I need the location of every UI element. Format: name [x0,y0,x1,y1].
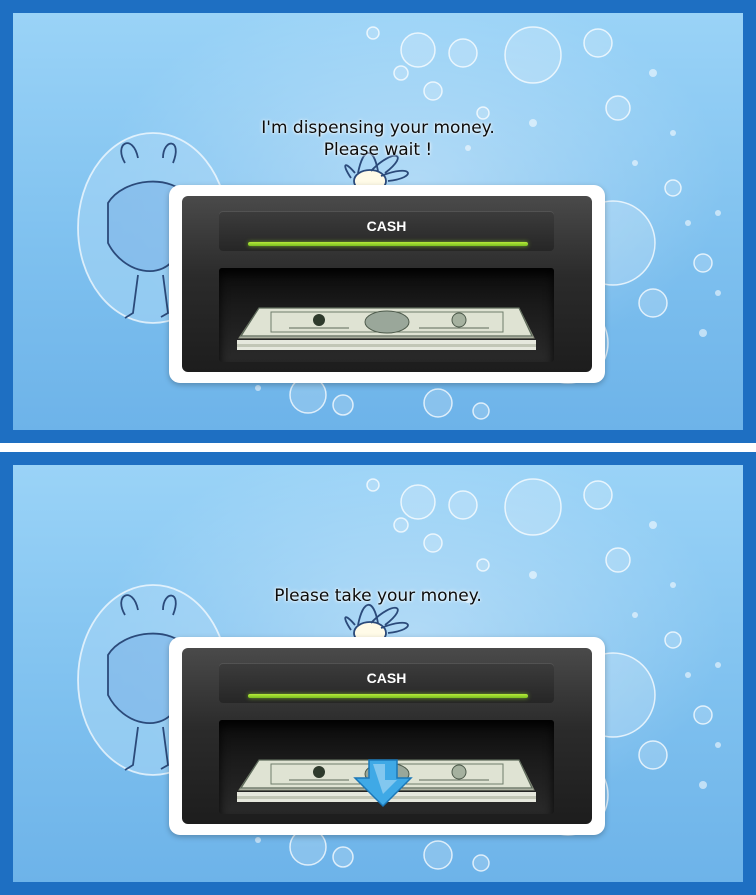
dispenser-frame: CASH [169,637,605,835]
dispenser-frame: CASH [169,185,605,383]
cash-progress-fill [248,694,528,698]
cash-label: CASH [366,670,407,686]
atm-screen-take-money: Please take your money. CASH [0,452,756,895]
atm-screen-dispensing: I'm dispensing your money. Please wait !… [0,0,756,443]
cash-progress-track [248,242,528,246]
status-message: Please take your money. [13,585,743,607]
cash-progress-fill [248,242,528,246]
cash-dispenser: CASH [182,196,592,372]
cash-status-bar: CASH [219,663,554,703]
cash-slot[interactable] [219,720,554,814]
status-message: I'm dispensing your money. Please wait ! [13,117,743,161]
status-message-line1: Please take your money. [274,586,482,606]
status-message-line2: Please wait ! [323,140,433,160]
screen-background: I'm dispensing your money. Please wait !… [13,13,743,430]
banknote-stack-icon[interactable] [219,720,554,814]
screen-background: Please take your money. CASH [13,465,743,882]
status-message-line1: I'm dispensing your money. [261,118,495,138]
cash-dispenser: CASH [182,648,592,824]
cash-progress-track [248,694,528,698]
cash-label: CASH [366,218,407,234]
cash-status-bar: CASH [219,211,554,251]
cash-slot[interactable] [219,268,554,362]
banknote-stack-icon[interactable] [219,268,554,362]
